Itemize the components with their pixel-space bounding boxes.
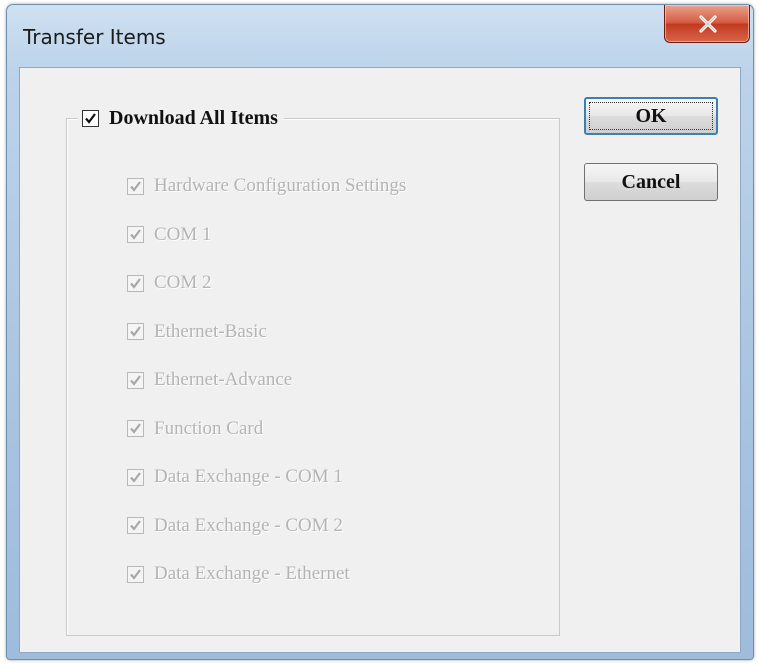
item-checkbox-box[interactable] — [127, 274, 144, 292]
transfer-item-checkbox[interactable]: Function Card — [127, 414, 263, 444]
close-button[interactable] — [664, 5, 750, 43]
window-title: Transfer Items — [23, 25, 166, 49]
item-label: Ethernet-Advance — [154, 369, 293, 390]
item-checkbox-box[interactable] — [127, 565, 144, 583]
item-label: Data Exchange - COM 1 — [154, 466, 343, 487]
checkmark-icon — [130, 374, 141, 386]
checkmark-icon — [130, 277, 141, 289]
transfer-item-checkbox[interactable]: Data Exchange - Ethernet — [127, 559, 350, 589]
item-checkbox-box[interactable] — [127, 420, 144, 437]
checkmark-icon — [130, 326, 141, 337]
item-label: Data Exchange - Ethernet — [154, 563, 350, 584]
checkmark-icon — [130, 568, 141, 580]
ok-button[interactable]: OK — [584, 97, 718, 135]
checkmark-icon — [130, 471, 141, 483]
item-label: COM 2 — [154, 272, 212, 293]
dialog-client-area: Download All Items Hardware Configuratio… — [19, 67, 741, 653]
focus-ring — [589, 102, 713, 130]
download-all-items-label: Download All Items — [109, 107, 278, 129]
transfer-item-checkbox[interactable]: COM 2 — [127, 268, 212, 298]
transfer-items-dialog: Transfer Items Download All Items Hardwa… — [6, 4, 754, 660]
close-x-icon — [699, 15, 717, 33]
download-all-checkbox-box[interactable] — [82, 109, 99, 127]
title-bar[interactable]: Transfer Items — [7, 5, 753, 71]
item-label: Hardware Configuration Settings — [154, 175, 407, 196]
transfer-item-checkbox[interactable]: COM 1 — [127, 220, 212, 250]
checkmark-icon — [130, 229, 141, 240]
item-checkbox-box[interactable] — [127, 517, 144, 534]
item-label: Data Exchange - COM 2 — [154, 514, 343, 536]
transfer-item-checkbox[interactable]: Data Exchange - COM 1 — [127, 462, 343, 492]
download-all-items-checkbox[interactable]: Download All Items — [78, 104, 284, 132]
checkmark-icon — [130, 423, 141, 434]
item-checkbox-box[interactable] — [127, 371, 144, 389]
checkmark-icon — [85, 112, 96, 124]
item-label: Ethernet-Basic — [154, 320, 267, 342]
item-label: COM 1 — [154, 223, 212, 245]
item-label: Function Card — [154, 417, 264, 439]
item-checkbox-box[interactable] — [127, 177, 144, 195]
cancel-button-label: Cancel — [621, 170, 681, 193]
cancel-button[interactable]: Cancel — [584, 163, 718, 201]
transfer-item-checkbox[interactable]: Data Exchange - COM 2 — [127, 511, 343, 541]
transfer-item-checkbox[interactable]: Ethernet-Advance — [127, 365, 292, 395]
transfer-item-checkbox[interactable]: Hardware Configuration Settings — [127, 171, 406, 201]
item-checkbox-box[interactable] — [127, 226, 144, 243]
checkmark-icon — [130, 180, 141, 192]
item-checkbox-box[interactable] — [127, 323, 144, 340]
transfer-item-checkbox[interactable]: Ethernet-Basic — [127, 317, 267, 347]
item-checkbox-box[interactable] — [127, 468, 144, 486]
checkmark-icon — [130, 520, 141, 531]
